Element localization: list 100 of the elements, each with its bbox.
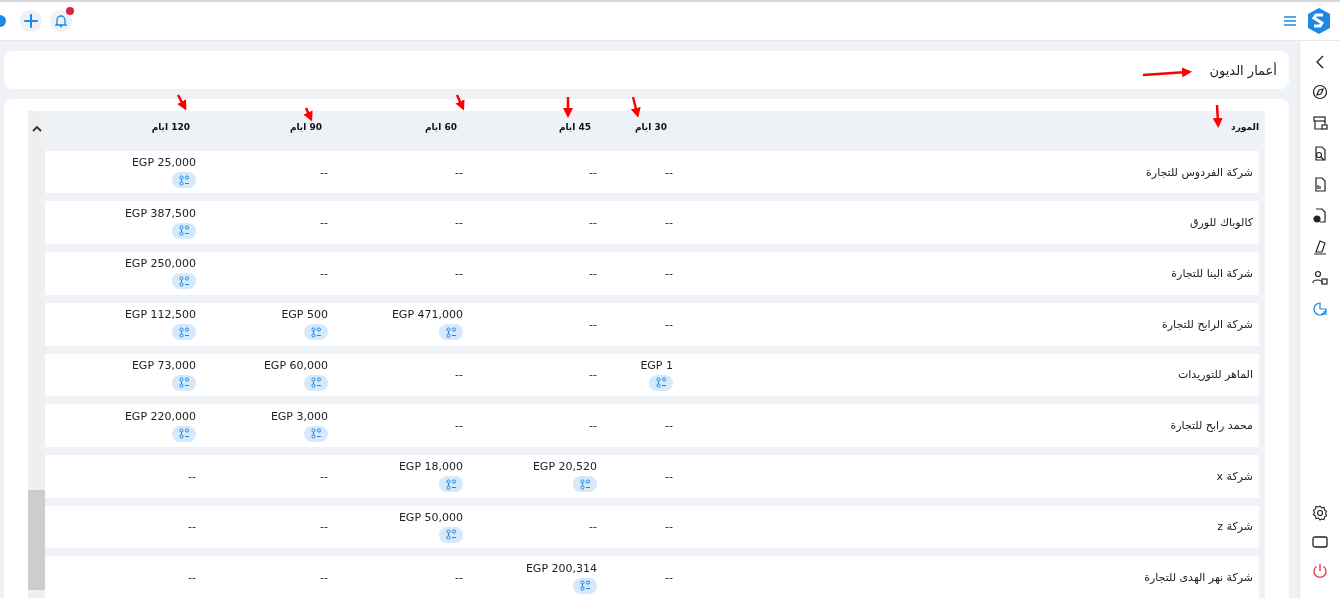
settings-icon[interactable] — [1312, 505, 1328, 521]
empty-value: -- — [589, 216, 597, 230]
empty-value: -- — [589, 419, 597, 433]
amount-text: EGP 20,520 — [532, 460, 597, 474]
amount-text: EGP 60,000 — [263, 358, 328, 372]
amount-text: EGP 112,500 — [124, 308, 196, 322]
details-button[interactable] — [304, 324, 328, 341]
details-button[interactable] — [439, 526, 463, 543]
empty-value: -- — [455, 216, 463, 230]
empty-value: -- — [665, 267, 673, 280]
notifications-button[interactable] — [50, 10, 72, 32]
empty-value: -- — [589, 368, 597, 382]
amount-text: EGP 73,000 — [131, 358, 196, 372]
amount-text: EGP 220,000 — [124, 409, 196, 423]
annotation-arrow — [455, 94, 465, 111]
amount-text: EGP 387,500 — [124, 206, 196, 220]
empty-value: -- — [665, 317, 673, 331]
amount-text: EGP 500 — [281, 308, 328, 322]
add-button[interactable] — [20, 10, 42, 32]
annotation-arrow — [563, 97, 573, 118]
details-button[interactable] — [439, 476, 463, 493]
details-button[interactable] — [573, 476, 597, 493]
window-icon[interactable] — [1312, 536, 1328, 548]
details-button[interactable] — [172, 273, 196, 290]
supplier-name: شركة نهر الهدى للتجارة — [1144, 571, 1253, 585]
details-button[interactable] — [172, 425, 196, 442]
supplier-name: شركة الرابح للتجارة — [1162, 317, 1253, 331]
avatar-icon[interactable] — [0, 15, 6, 27]
workflow-icon — [178, 225, 190, 237]
empty-value: -- — [455, 165, 463, 179]
collapse-icon[interactable] — [1315, 55, 1325, 69]
search-icon[interactable] — [1312, 146, 1328, 162]
workflow-icon — [178, 428, 190, 440]
details-button[interactable] — [304, 425, 328, 442]
users-icon[interactable] — [1312, 270, 1328, 286]
workflow-icon — [178, 276, 190, 287]
box-icon[interactable] — [1312, 115, 1328, 131]
chart-icon[interactable] — [1312, 301, 1328, 317]
column-header: 30 ايام — [634, 121, 667, 132]
file-icon[interactable] — [1312, 177, 1328, 193]
workflow-icon — [579, 478, 591, 490]
supplier-name: شركة x — [1216, 469, 1253, 483]
column-header: 45 ايام — [558, 121, 591, 132]
menu-icon[interactable] — [1284, 16, 1296, 26]
empty-value: -- — [320, 571, 328, 585]
details-button[interactable] — [573, 577, 597, 594]
empty-value: -- — [589, 267, 597, 280]
workflow-icon — [178, 326, 190, 338]
details-button[interactable] — [304, 374, 328, 391]
empty-value: -- — [320, 469, 328, 483]
details-button[interactable] — [172, 222, 196, 239]
empty-value: -- — [320, 216, 328, 230]
supplier-name: كالوباك للورق — [1189, 216, 1253, 230]
workflow-icon — [310, 377, 322, 389]
details-button[interactable] — [649, 374, 673, 391]
empty-value: -- — [665, 419, 673, 433]
empty-value: -- — [320, 520, 328, 534]
compass-icon[interactable] — [1312, 84, 1328, 100]
empty-value: -- — [320, 267, 328, 280]
supplier-name: الماهر للتوريدات — [1177, 368, 1253, 382]
annotation-arrow — [303, 107, 313, 122]
empty-value: -- — [665, 520, 673, 534]
supplier-name: شركة z — [1217, 520, 1253, 534]
column-header: 120 ايام — [151, 121, 190, 132]
details-button[interactable] — [439, 324, 463, 341]
amount-text: EGP 18,000 — [398, 460, 463, 474]
amount-text: EGP 25,000 — [131, 156, 196, 170]
column-header: 90 ايام — [289, 121, 322, 132]
scrollbar[interactable] — [28, 111, 45, 598]
workflow-icon — [445, 529, 457, 541]
workflow-icon — [310, 428, 322, 440]
column-header: 60 ايام — [424, 121, 457, 132]
annotation-arrow — [630, 96, 641, 118]
amount-text: EGP 200,314 — [525, 561, 597, 575]
empty-value: -- — [455, 267, 463, 280]
amount-text: EGP 250,000 — [124, 257, 196, 271]
empty-value: -- — [665, 165, 673, 179]
workflow-icon — [655, 377, 667, 389]
workflow-icon — [310, 326, 322, 338]
empty-value: -- — [589, 520, 597, 534]
workflow-icon — [178, 377, 190, 389]
empty-value: -- — [455, 571, 463, 585]
column-header: المورد — [1231, 121, 1259, 132]
power-icon[interactable] — [1312, 563, 1328, 579]
workflow-icon — [445, 326, 457, 338]
empty-value: -- — [188, 469, 196, 483]
amount-text: EGP 471,000 — [391, 308, 463, 322]
page-title: أعمار الديون — [1209, 62, 1277, 78]
scroll-up-icon[interactable] — [31, 125, 42, 132]
annotation-arrow — [1212, 104, 1223, 128]
workflow-icon — [445, 478, 457, 490]
empty-value: -- — [665, 216, 673, 230]
details-button[interactable] — [172, 374, 196, 391]
details-button[interactable] — [172, 172, 196, 189]
empty-value: -- — [188, 520, 196, 534]
details-button[interactable] — [172, 324, 196, 341]
workflow-icon — [178, 174, 190, 186]
empty-value: -- — [665, 469, 673, 483]
scroll-thumb[interactable] — [28, 490, 45, 590]
amount-text: EGP 50,000 — [398, 510, 463, 524]
